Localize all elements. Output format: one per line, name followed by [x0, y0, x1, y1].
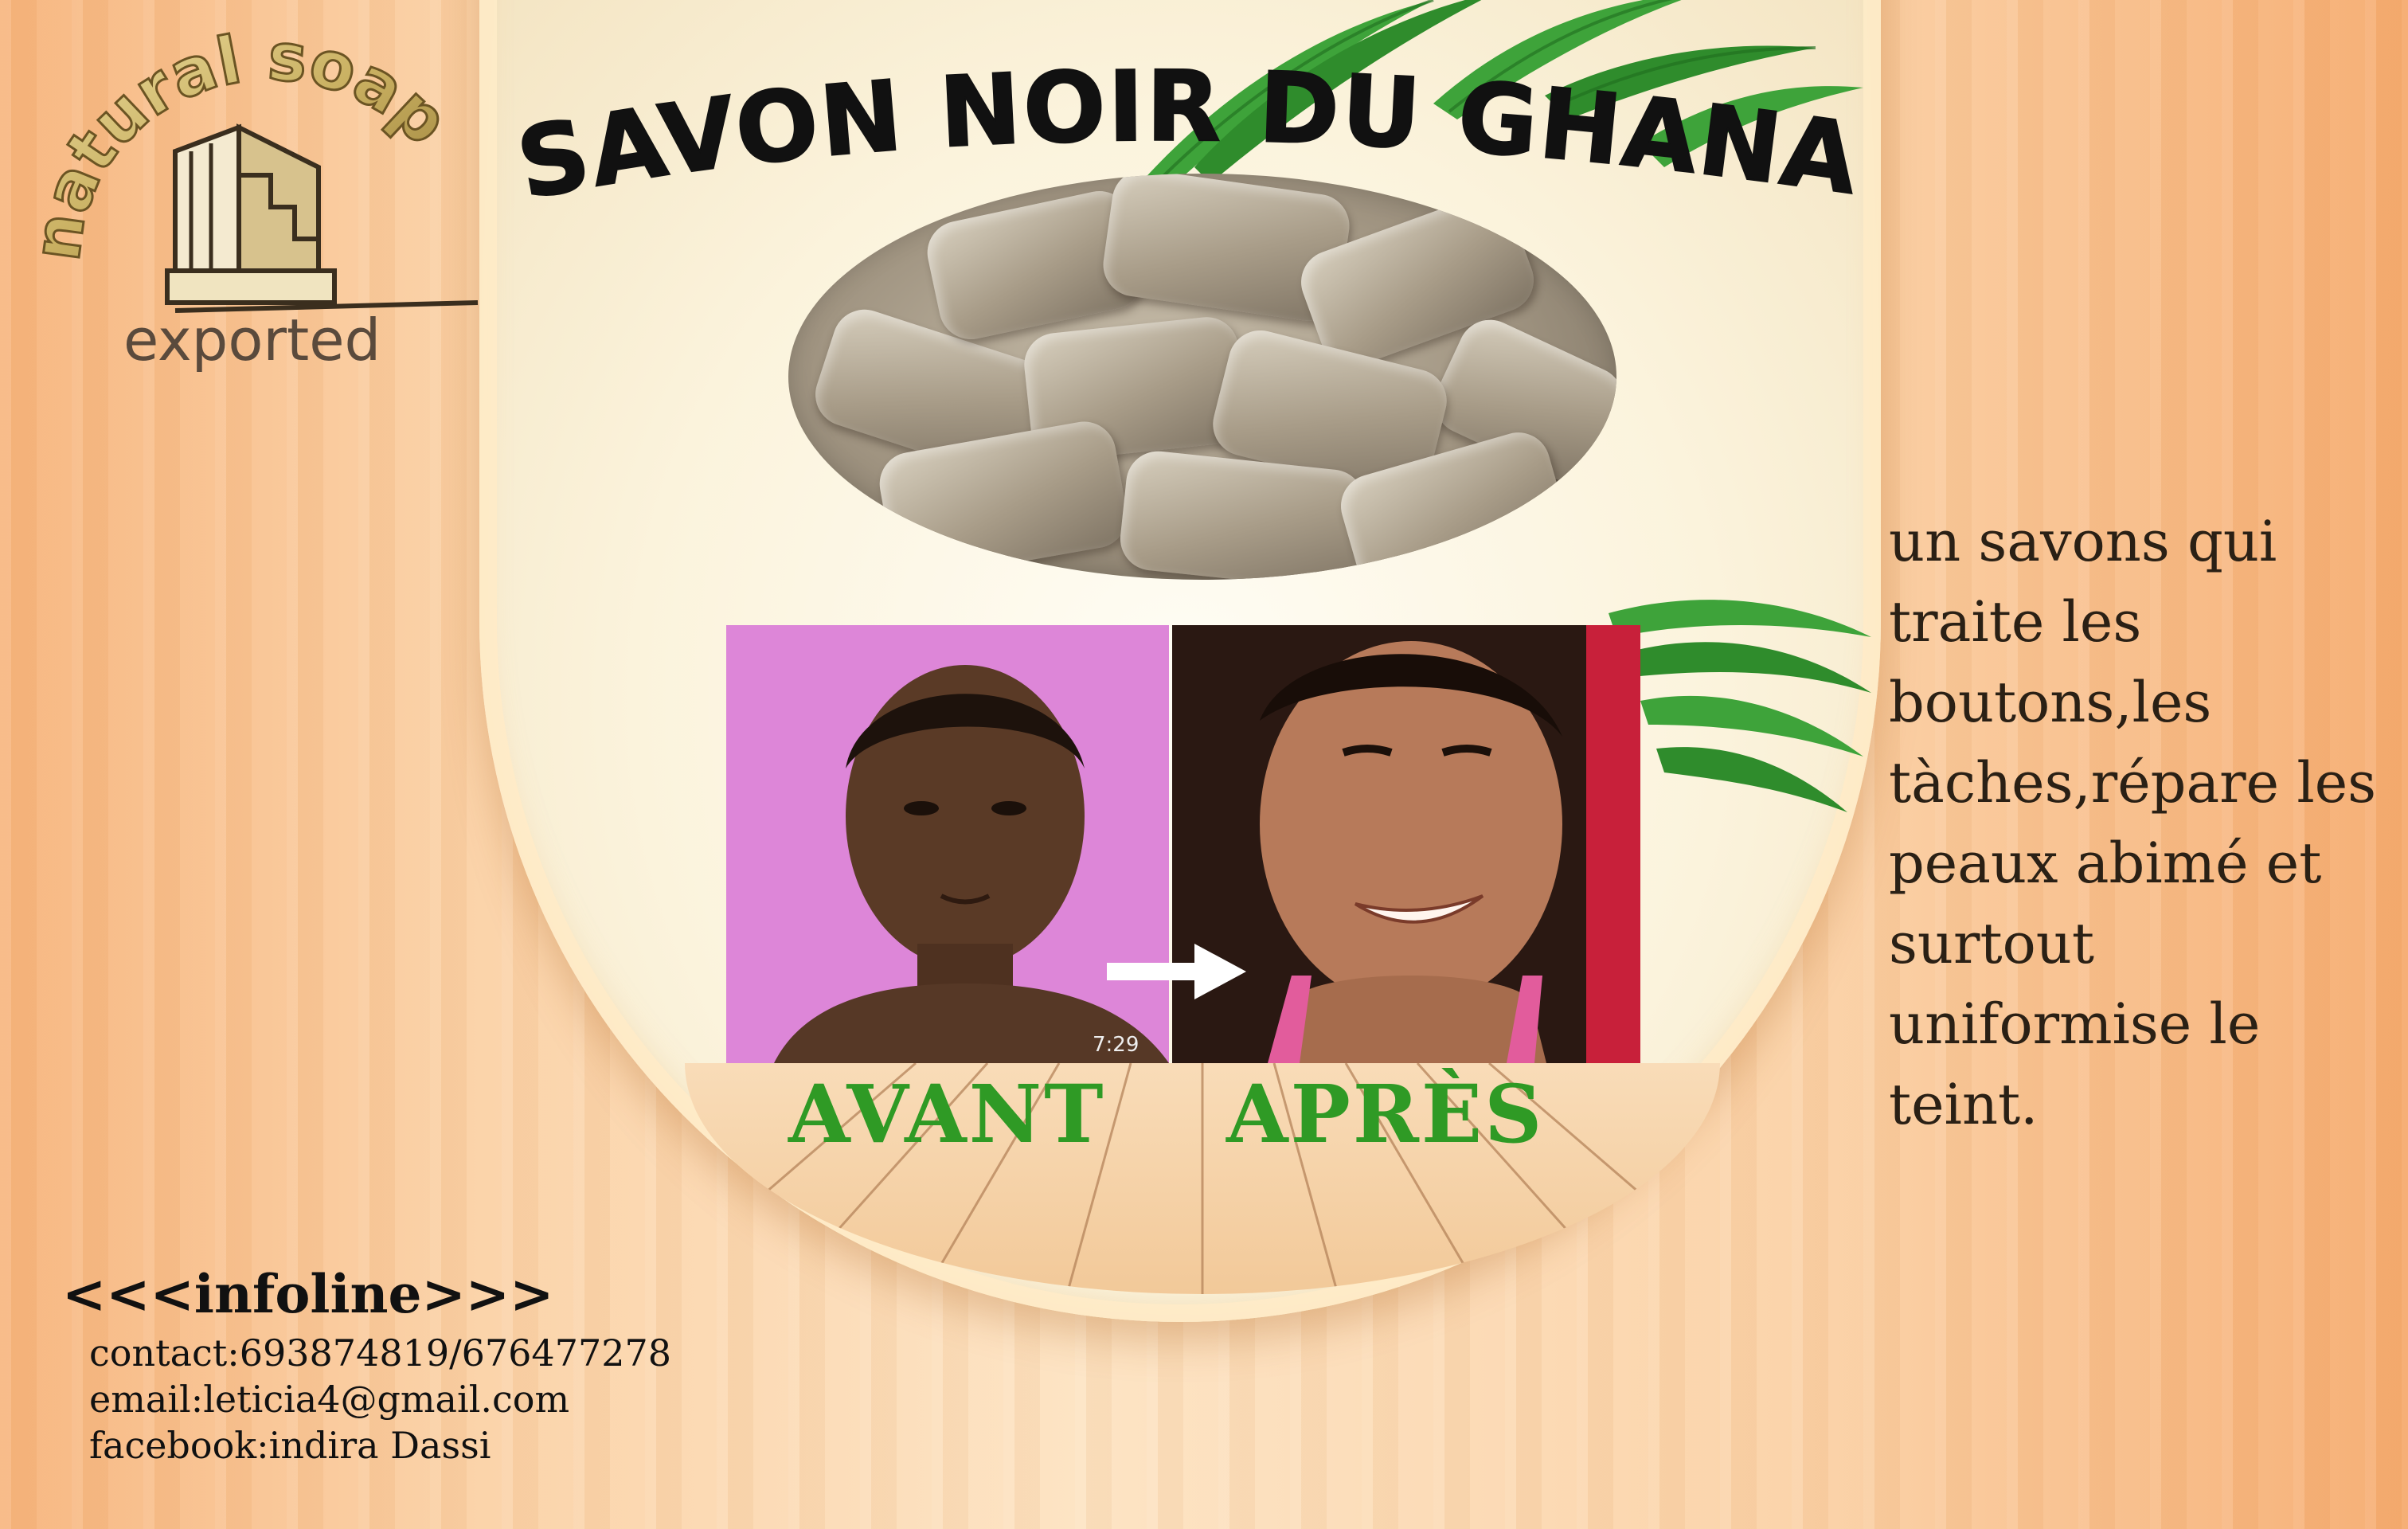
before-photo: 7:29: [726, 625, 1169, 1063]
contact-email: email:leticia4@gmail.com: [89, 1378, 570, 1421]
contact-phone: contact:693874819/676477278: [89, 1332, 672, 1375]
building-icon: [165, 123, 479, 313]
description-line: tàches,répare les: [1889, 750, 2377, 815]
photo-timestamp: 7:29: [1093, 1033, 1139, 1057]
soap-photo: [788, 174, 1616, 580]
description-line: un savons qui: [1889, 509, 2277, 574]
description-line: peaux abimé et: [1889, 831, 2322, 896]
product-description: un savons qui traite les boutons,les tàc…: [1889, 502, 2398, 1145]
after-caption: APRÈS: [1226, 1067, 1545, 1161]
description-line: boutons,les: [1889, 670, 2212, 735]
description-line: surtout: [1889, 911, 2094, 976]
before-caption: AVANT: [788, 1067, 1106, 1161]
description-line: teint.: [1889, 1072, 2039, 1137]
before-after-photos: 7:29: [726, 625, 1640, 1063]
infoline-heading: <<<infoline>>>: [62, 1263, 554, 1325]
description-line: traite les: [1889, 589, 2142, 655]
description-line: uniformise le: [1889, 991, 2261, 1057]
arrow-icon: [1107, 944, 1246, 999]
contact-facebook: facebook:indira Dassi: [89, 1424, 491, 1467]
poster: SAVON NOIR DU GHANA 7:29 AVANT APRÈS un …: [0, 0, 2408, 1529]
logo-subtitle: exported: [123, 307, 381, 373]
